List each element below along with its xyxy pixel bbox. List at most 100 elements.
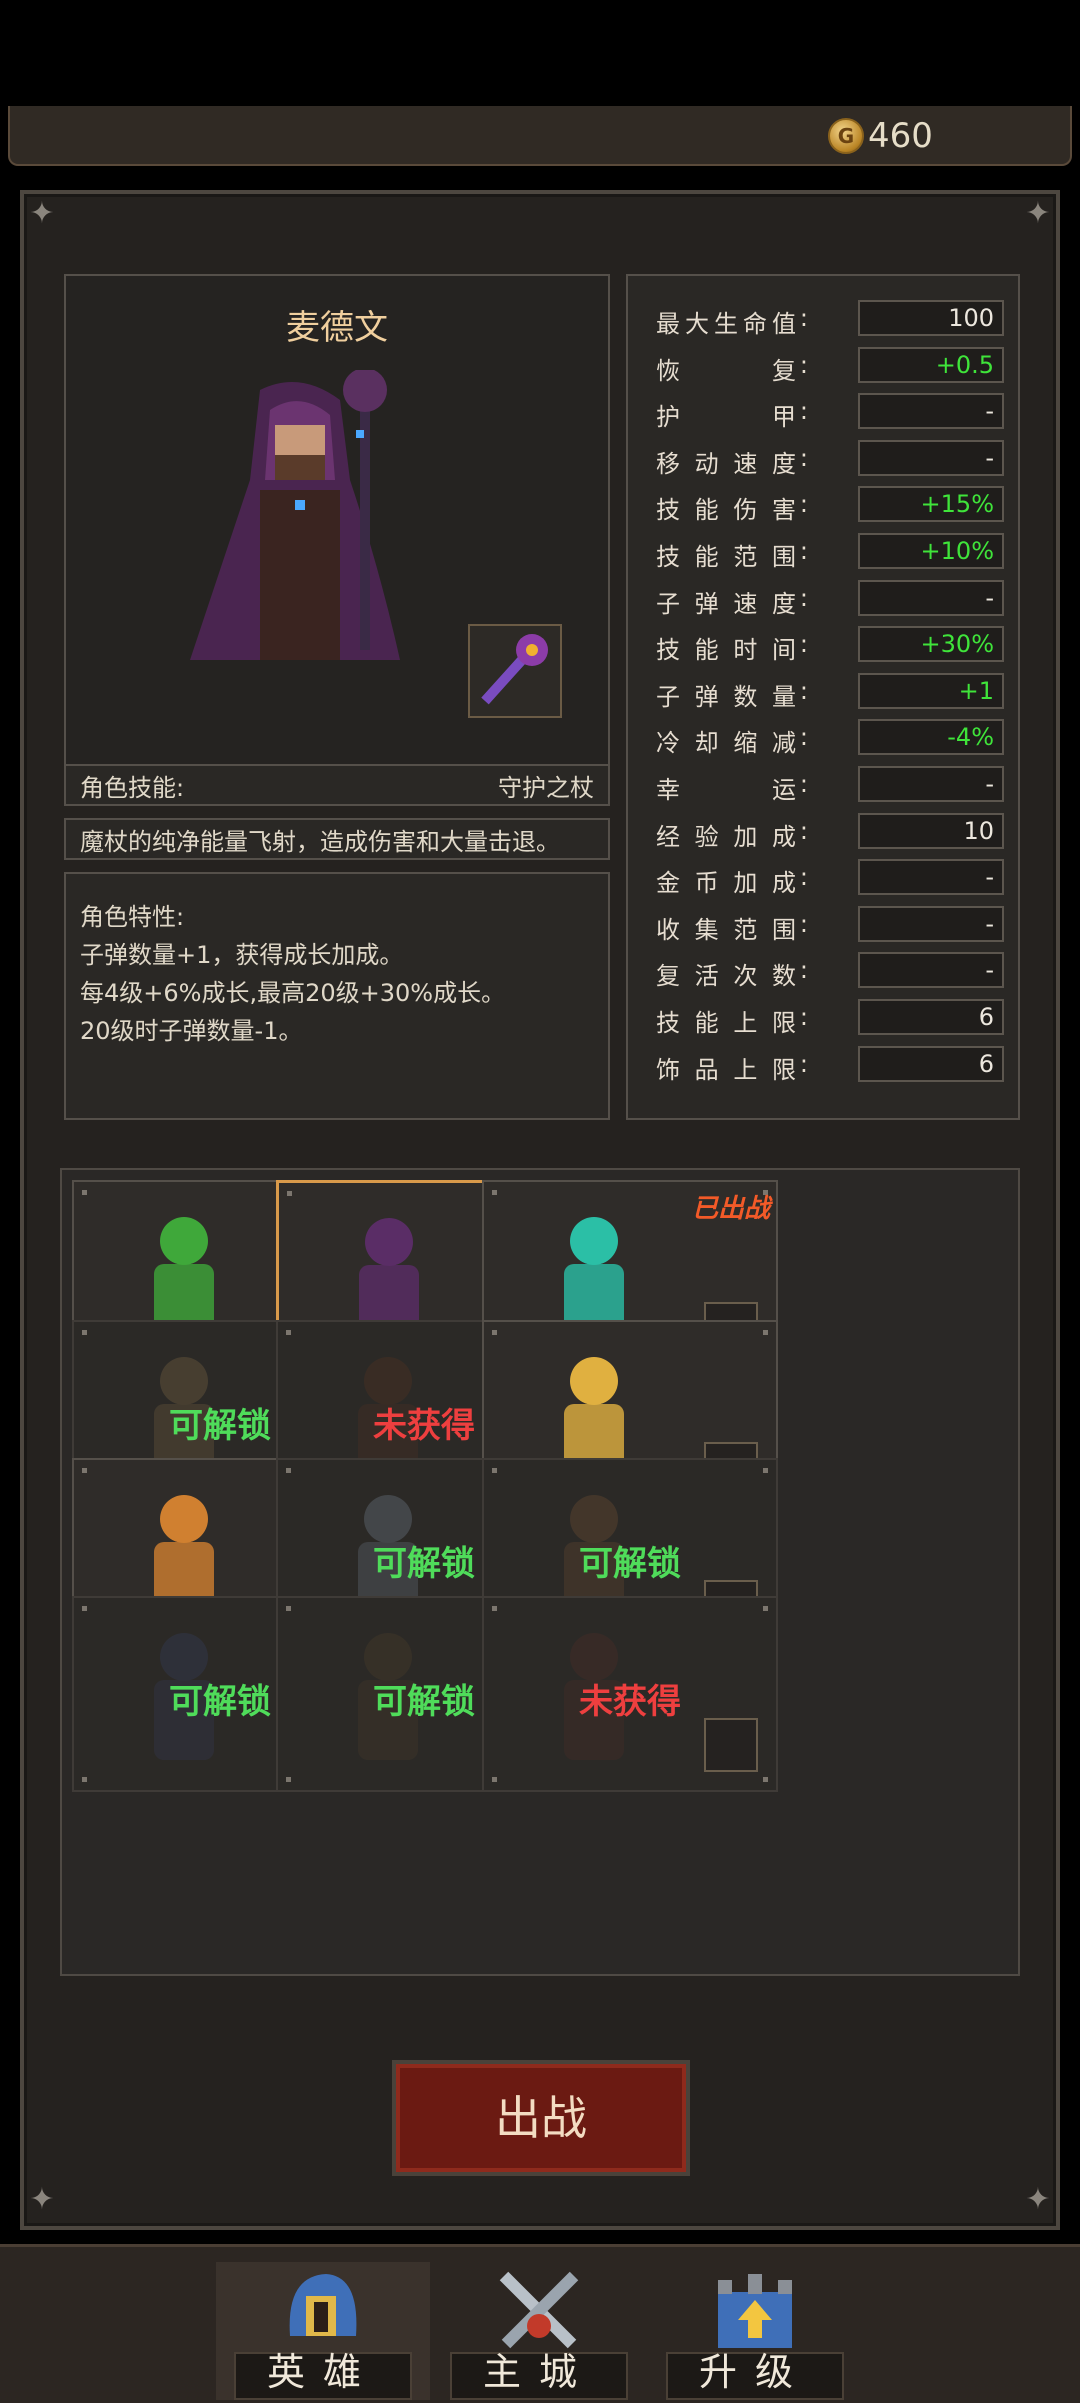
stat-row: 技能时间: +30% bbox=[628, 622, 1018, 669]
stat-label: 最大生命值: bbox=[656, 304, 808, 338]
stat-row: 子弹数量: +1 bbox=[628, 669, 1018, 716]
staff-weapon-icon bbox=[481, 634, 548, 705]
hero-stats-panel: 最大生命值: 100 恢复: +0.5 护甲: - 移动速度: - 技能伤害: +15% 技能范围:… bbox=[626, 274, 1020, 1120]
nav-label: 英雄 bbox=[266, 2350, 379, 2394]
stat-value: - bbox=[858, 765, 1004, 802]
stat-row: 冷却缩减: -4% bbox=[628, 715, 1018, 762]
card-rivet bbox=[492, 1330, 497, 1335]
stat-value: 6 bbox=[858, 1045, 1004, 1082]
card-rivet bbox=[286, 1468, 291, 1473]
stat-row: 复活次数: - bbox=[628, 948, 1018, 995]
nav-tab-upgrade[interactable]: 升级 bbox=[648, 2262, 862, 2400]
card-rivet bbox=[763, 1468, 768, 1473]
stat-row: 技能伤害: +15% bbox=[628, 482, 1018, 529]
stat-value: 10 bbox=[858, 812, 1004, 849]
card-rivet bbox=[82, 1468, 87, 1473]
corner-ornament-icon: ✦ bbox=[1025, 196, 1051, 231]
hero-traits: 角色特性: 子弹数量+1，获得成长加成。 每4级+6%成长,最高20级+30%成… bbox=[64, 872, 610, 1120]
corner-ornament-icon: ✦ bbox=[29, 196, 55, 231]
stat-row: 子弹速度: - bbox=[628, 576, 1018, 623]
stat-label: 复活次数: bbox=[656, 956, 808, 991]
skill-label: 角色技能: bbox=[80, 773, 185, 802]
stat-label: 幸运: bbox=[656, 769, 808, 804]
card-rivet bbox=[492, 1468, 497, 1473]
card-rivet bbox=[82, 1190, 87, 1195]
stat-label: 技能上限: bbox=[656, 1002, 808, 1037]
stat-row: 护甲: - bbox=[628, 389, 1018, 436]
stat-label: 技能范围: bbox=[656, 536, 808, 571]
card-rivet bbox=[492, 1606, 497, 1611]
stat-value: +1 bbox=[858, 672, 1004, 709]
gold-amount: 460 bbox=[868, 116, 933, 156]
card-rivet bbox=[492, 1777, 497, 1782]
stat-row: 最大生命值: 100 bbox=[628, 296, 1018, 343]
stat-label: 移动速度: bbox=[656, 443, 808, 478]
stat-label: 恢复: bbox=[656, 350, 808, 385]
card-rivet bbox=[763, 1777, 768, 1782]
card-rivet bbox=[763, 1330, 768, 1335]
stat-row: 移动速度: - bbox=[628, 436, 1018, 483]
status-bar-area bbox=[0, 0, 1080, 108]
stat-label: 饰品上限: bbox=[656, 1049, 808, 1084]
skill-name: 守护之杖 bbox=[498, 773, 594, 802]
corner-ornament-icon: ✦ bbox=[29, 2182, 55, 2217]
hero-wizard-sprite bbox=[190, 370, 400, 660]
nav-tab-main-city[interactable]: 主城 bbox=[432, 2262, 646, 2400]
skill-description-text: 魔杖的纯净能量飞射，造成伤害和大量击退。 bbox=[80, 827, 560, 856]
stat-row: 经验加成: 10 bbox=[628, 809, 1018, 856]
stat-row: 技能上限: 6 bbox=[628, 995, 1018, 1042]
stat-value: - bbox=[858, 952, 1004, 989]
card-rivet bbox=[763, 1606, 768, 1611]
battle-button[interactable]: 出战 bbox=[392, 2060, 690, 2176]
stat-value: +0.5 bbox=[858, 346, 1004, 383]
hero-weapon-icon bbox=[704, 1718, 758, 1772]
stat-value: +30% bbox=[858, 626, 1004, 663]
hero-card-status: 未获得 bbox=[579, 1682, 681, 1722]
hero-weapon-slot[interactable] bbox=[468, 624, 562, 718]
trait-line: 每4级+6%成长,最高20级+30%成长。 bbox=[80, 979, 506, 1007]
stat-value: +15% bbox=[858, 486, 1004, 523]
nav-tab-heroes[interactable]: 英雄 bbox=[216, 2262, 430, 2400]
card-rivet bbox=[492, 1190, 497, 1195]
stat-value: +10% bbox=[858, 532, 1004, 569]
stat-value: - bbox=[858, 439, 1004, 476]
stat-label: 收集范围: bbox=[656, 909, 808, 944]
stat-label: 技能时间: bbox=[656, 630, 808, 665]
stat-row: 幸运: - bbox=[628, 762, 1018, 809]
trait-line: 子弹数量+1，获得成长加成。 bbox=[80, 941, 404, 969]
stat-value: - bbox=[858, 905, 1004, 942]
hero-name: 麦德文 bbox=[286, 308, 388, 348]
stat-label: 护甲: bbox=[656, 397, 808, 432]
trait-line: 20级时子弹数量-1。 bbox=[80, 1017, 303, 1045]
stat-row: 收集范围: - bbox=[628, 902, 1018, 949]
stat-value: - bbox=[858, 393, 1004, 430]
hero-skill-row: 角色技能: 守护之杖 bbox=[64, 764, 610, 806]
stat-label: 冷却缩减: bbox=[656, 723, 808, 758]
corner-ornament-icon: ✦ bbox=[1025, 2182, 1051, 2217]
stat-label: 子弹数量: bbox=[656, 676, 808, 711]
hero-roster: 已出战 可解锁 未获得 可解锁 可解锁 可解锁 可解锁 未获得 bbox=[60, 1168, 1020, 1976]
stat-row: 恢复: +0.5 bbox=[628, 343, 1018, 390]
stat-row: 技能范围: +10% bbox=[628, 529, 1018, 576]
card-rivet bbox=[82, 1330, 87, 1335]
gold-coin-icon: G bbox=[828, 118, 864, 154]
hero-card-status: 可解锁 bbox=[579, 1544, 681, 1584]
battle-button-label: 出战 bbox=[495, 2091, 587, 2145]
stat-row: 金币加成: - bbox=[628, 855, 1018, 902]
stat-value: -4% bbox=[858, 719, 1004, 756]
hero-card[interactable]: 未获得 bbox=[482, 1596, 778, 1792]
nav-label: 主城 bbox=[482, 2350, 595, 2394]
card-rivet bbox=[286, 1777, 291, 1782]
stat-label: 子弹速度: bbox=[656, 583, 808, 618]
skill-description: 魔杖的纯净能量飞射，造成伤害和大量击退。 bbox=[64, 818, 610, 860]
card-rivet bbox=[286, 1330, 291, 1335]
card-rivet bbox=[286, 1606, 291, 1611]
card-rivet bbox=[287, 1191, 292, 1196]
traits-title: 角色特性: bbox=[80, 903, 185, 931]
stat-value: - bbox=[858, 859, 1004, 896]
stat-label: 技能伤害: bbox=[656, 490, 808, 525]
nav-label: 升级 bbox=[698, 2350, 811, 2394]
stat-value: 6 bbox=[858, 998, 1004, 1035]
card-rivet bbox=[82, 1777, 87, 1782]
card-rivet bbox=[82, 1606, 87, 1611]
